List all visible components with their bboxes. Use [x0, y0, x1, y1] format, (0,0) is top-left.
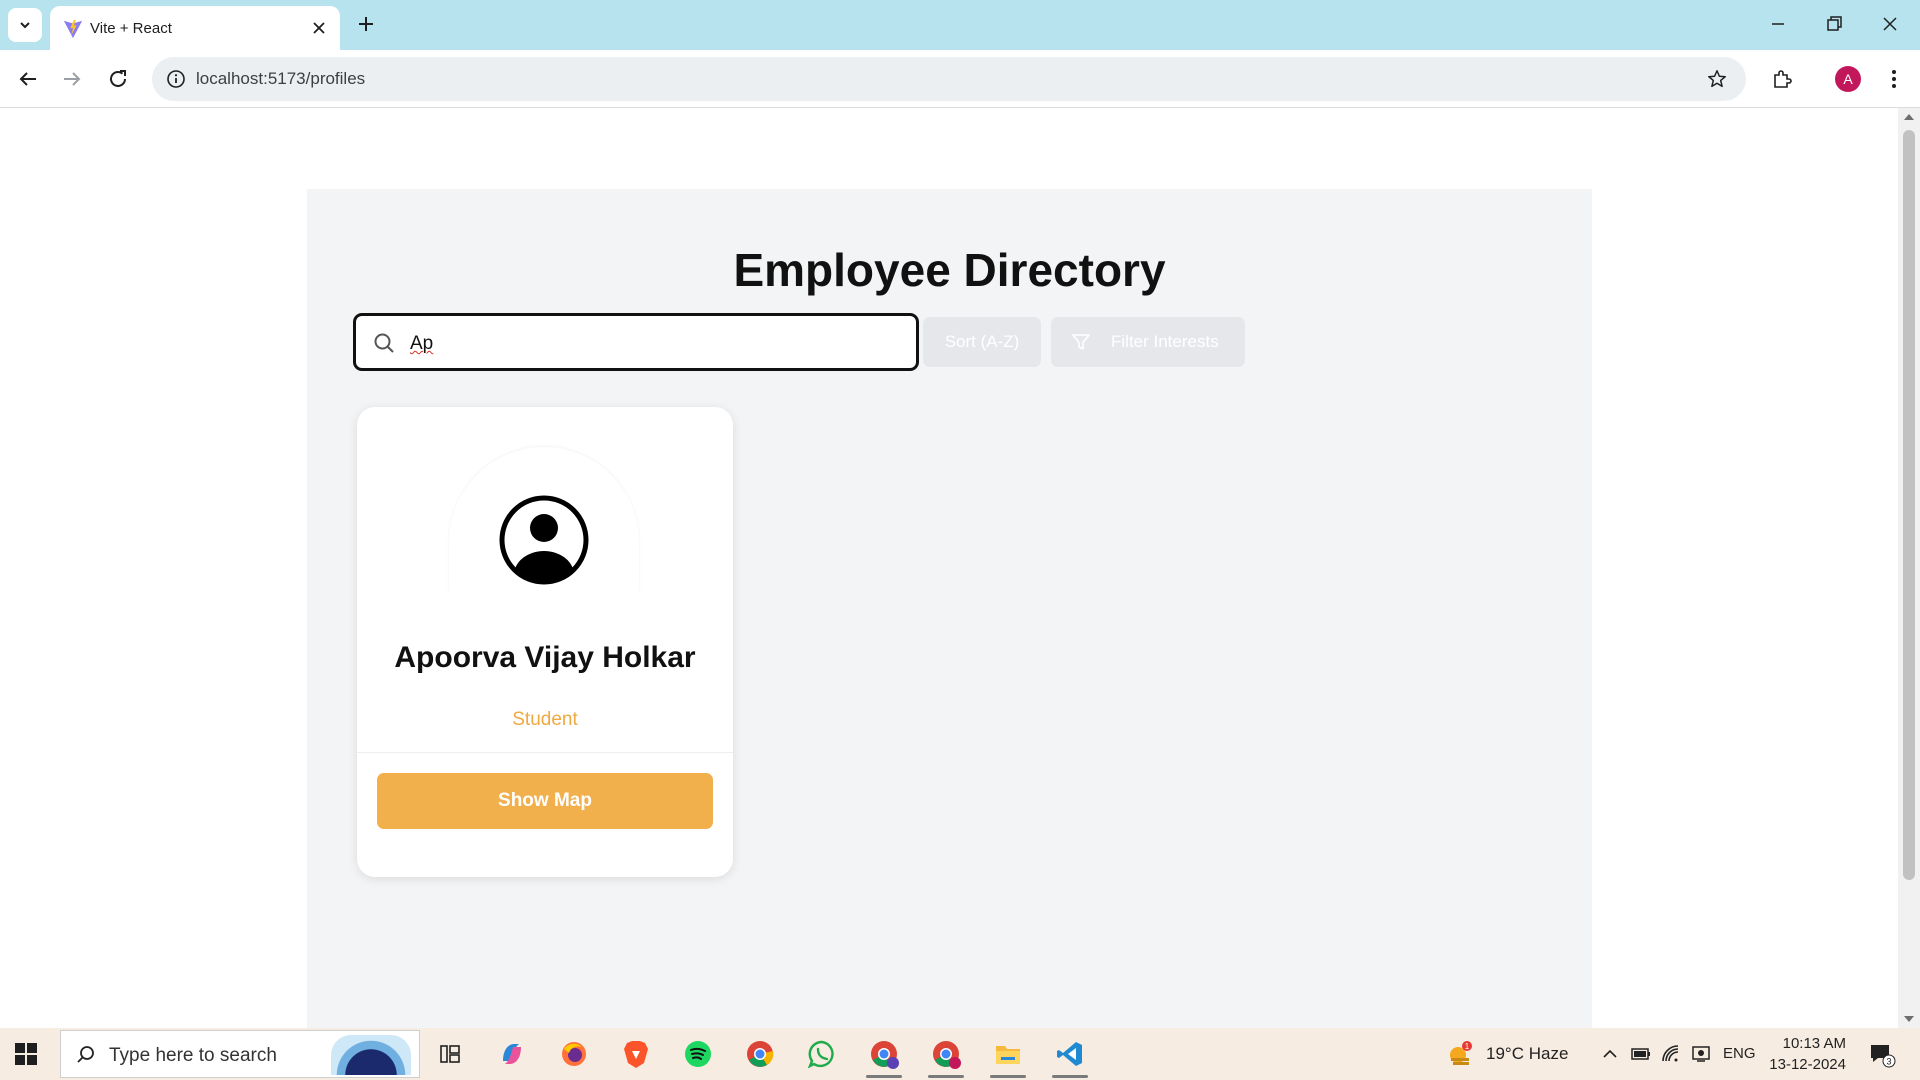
- taskbar-search[interactable]: Type here to search: [60, 1030, 420, 1078]
- taskbar-clock[interactable]: 10:13 AM 13-12-2024: [1766, 1033, 1846, 1075]
- windows-start-icon[interactable]: [12, 1040, 40, 1068]
- search-icon: [374, 333, 394, 353]
- user-avatar-icon: [499, 495, 589, 585]
- spotify-icon[interactable]: [680, 1036, 716, 1072]
- forward-arrow-icon[interactable]: [60, 67, 84, 91]
- vite-logo-icon: [63, 19, 83, 39]
- site-info-icon[interactable]: [166, 69, 186, 89]
- chrome-icon[interactable]: [742, 1036, 778, 1072]
- card-divider: [357, 752, 733, 753]
- chevron-up-icon[interactable]: [1600, 1044, 1620, 1064]
- close-icon[interactable]: [310, 19, 328, 37]
- page-viewport: Employee Directory Ap Sort (A-Z) Filter …: [0, 108, 1898, 1028]
- filter-button-label: Filter Interests: [1111, 332, 1219, 351]
- url-text: localhost:5173/profiles: [196, 69, 366, 88]
- tab-title: Vite + React: [90, 20, 172, 37]
- page-title: Employee Directory: [733, 244, 1166, 296]
- tab-search-button[interactable]: [8, 8, 42, 42]
- browser-toolbar: localhost:5173/profiles A: [0, 50, 1920, 108]
- browser-tab[interactable]: Vite + React: [50, 6, 340, 50]
- taskbar-search-text: Type here to search: [109, 1045, 277, 1066]
- task-view-icon[interactable]: [432, 1036, 468, 1072]
- window-close-icon[interactable]: [1878, 12, 1902, 36]
- weather-text[interactable]: 19°C Haze: [1486, 1044, 1568, 1064]
- filter-icon: [1072, 334, 1090, 350]
- notifications-icon[interactable]: 3: [1868, 1042, 1896, 1068]
- search-icon: [77, 1046, 94, 1063]
- copilot-icon[interactable]: [494, 1036, 530, 1072]
- battery-icon[interactable]: [1630, 1044, 1652, 1064]
- minimize-icon[interactable]: [1766, 12, 1790, 36]
- weather-alert-count: 1: [1465, 1042, 1470, 1051]
- filter-interests-button[interactable]: Filter Interests: [1051, 317, 1245, 367]
- speaker-icon[interactable]: [1690, 1043, 1712, 1065]
- firefox-icon[interactable]: [556, 1036, 592, 1072]
- directory-panel: Employee Directory Ap Sort (A-Z) Filter …: [307, 189, 1592, 1028]
- vscode-icon[interactable]: [1052, 1036, 1088, 1078]
- browser-tab-bar: Vite + React: [0, 0, 1920, 50]
- windows-taskbar: Type here to search 1 19°C Haze ENG 10:1…: [0, 1028, 1920, 1080]
- scroll-thumb[interactable]: [1903, 130, 1915, 880]
- profile-name: Apoorva Vijay Holkar: [394, 641, 696, 674]
- show-map-button[interactable]: Show Map: [377, 773, 713, 829]
- profile-card: Apoorva Vijay Holkar Student Show Map: [357, 407, 733, 877]
- address-bar[interactable]: localhost:5173/profiles: [152, 57, 1746, 101]
- sort-button[interactable]: Sort (A-Z): [923, 317, 1041, 367]
- restore-icon[interactable]: [1822, 12, 1846, 36]
- bookmark-star-icon[interactable]: [1706, 68, 1728, 90]
- scroll-up-arrow-icon[interactable]: [1904, 114, 1914, 120]
- brave-icon[interactable]: [618, 1036, 654, 1072]
- avatar-frame: [449, 447, 639, 595]
- chrome-profile-icon[interactable]: [866, 1036, 902, 1078]
- page-scrollbar[interactable]: [1898, 108, 1920, 1028]
- whatsapp-icon[interactable]: [804, 1036, 840, 1072]
- profile-role: Student: [512, 709, 578, 730]
- reload-icon[interactable]: [106, 67, 130, 91]
- weather-icon[interactable]: 1: [1442, 1036, 1478, 1072]
- file-explorer-icon[interactable]: [990, 1036, 1026, 1078]
- kebab-menu-icon[interactable]: [1882, 67, 1906, 91]
- profile-avatar[interactable]: A: [1835, 66, 1861, 92]
- extensions-icon[interactable]: [1770, 67, 1794, 91]
- language-indicator[interactable]: ENG: [1723, 1045, 1756, 1062]
- search-input[interactable]: Ap: [410, 333, 433, 355]
- scroll-down-arrow-icon[interactable]: [1904, 1016, 1914, 1022]
- clock-date: 13-12-2024: [1769, 1056, 1846, 1073]
- wifi-icon[interactable]: [1660, 1043, 1682, 1065]
- search-field[interactable]: Ap: [353, 313, 919, 371]
- notification-count: 3: [1886, 1057, 1891, 1067]
- chrome-profile-icon[interactable]: [928, 1036, 964, 1078]
- new-tab-icon[interactable]: [354, 12, 378, 36]
- search-highlight-image: [331, 1035, 411, 1075]
- back-arrow-icon[interactable]: [16, 67, 40, 91]
- clock-time: 10:13 AM: [1782, 1035, 1846, 1052]
- chevron-down-icon: [20, 22, 30, 29]
